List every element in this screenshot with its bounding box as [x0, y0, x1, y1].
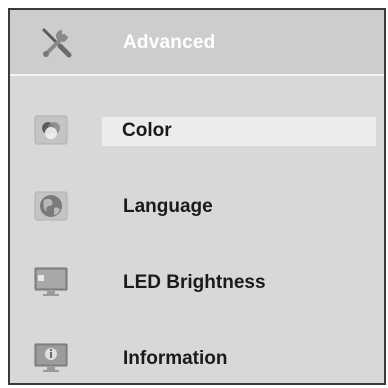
tools-icon: [38, 24, 74, 60]
monitor-brightness-icon: [34, 267, 68, 297]
menu-item-led-brightness[interactable]: LED Brightness: [10, 254, 384, 312]
menu-title: Advanced: [123, 32, 216, 53]
globe-icon: [34, 191, 68, 221]
menu-item-label: LED Brightness: [123, 272, 266, 293]
menu-header: Advanced: [10, 10, 384, 76]
menu-item-label: Color: [122, 120, 172, 141]
color-icon: [34, 115, 68, 145]
menu-item-information[interactable]: Information: [10, 330, 384, 388]
menu-item-color[interactable]: Color: [10, 102, 384, 160]
menu-item-language[interactable]: Language: [10, 178, 384, 236]
osd-menu-panel: Advanced Color Language LED Brightness I…: [8, 8, 386, 385]
menu-item-label: Language: [123, 196, 213, 217]
info-monitor-icon: [34, 343, 68, 373]
menu-item-label: Information: [123, 348, 228, 369]
